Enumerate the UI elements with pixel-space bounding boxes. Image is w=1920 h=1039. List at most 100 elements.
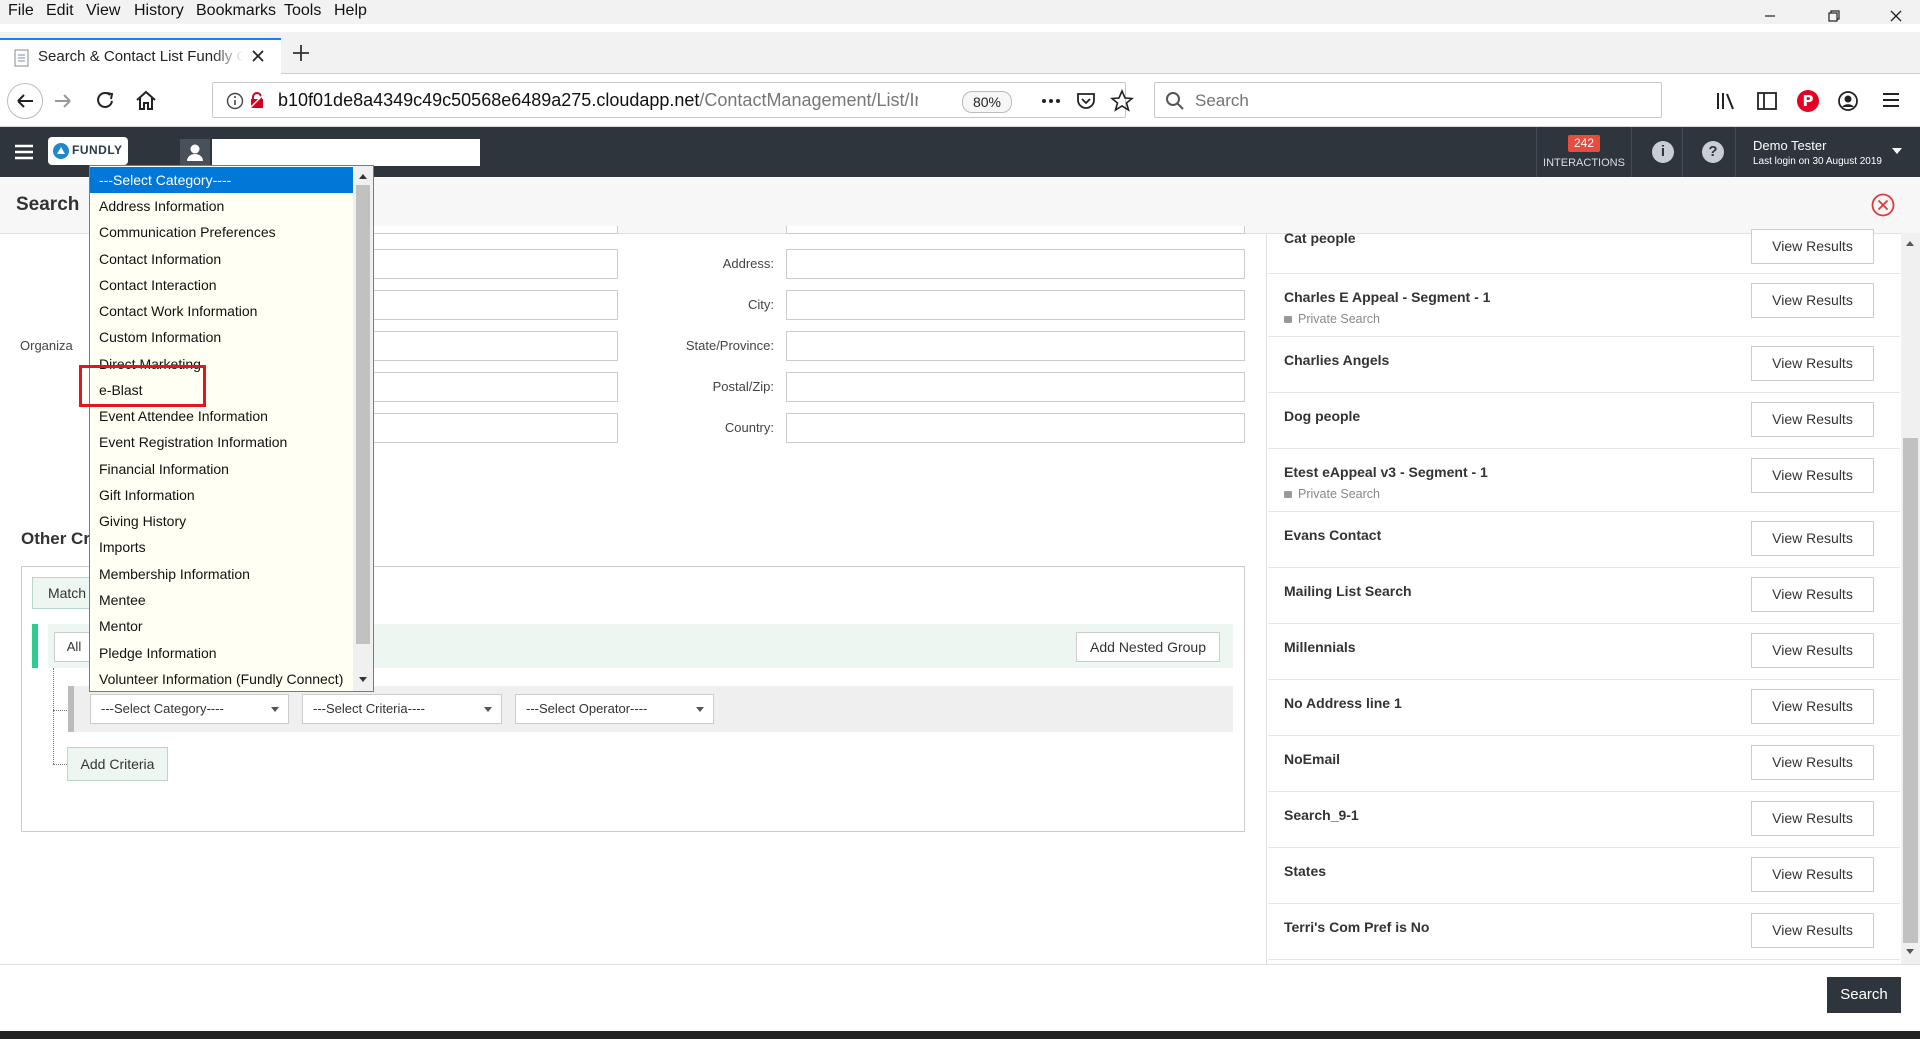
dropdown-option[interactable]: Membership Information bbox=[90, 561, 354, 587]
dropdown-scrollbar[interactable] bbox=[353, 166, 373, 691]
left-field-2[interactable] bbox=[372, 290, 618, 320]
user-menu-chevron-icon[interactable] bbox=[1892, 148, 1902, 154]
saved-search-name[interactable]: States bbox=[1284, 863, 1326, 879]
view-results-button[interactable]: View Results bbox=[1751, 913, 1874, 948]
dropdown-option[interactable]: ---Select Category---- bbox=[90, 167, 354, 193]
search-button[interactable]: Search bbox=[1827, 977, 1901, 1013]
close-panel-icon[interactable] bbox=[1871, 193, 1895, 217]
select-operator-dropdown[interactable]: ---Select Operator---- bbox=[515, 694, 714, 724]
contact-search-input[interactable] bbox=[212, 139, 480, 166]
dropdown-option[interactable]: Contact Interaction bbox=[90, 272, 354, 298]
scrollbar-thumb[interactable] bbox=[1903, 438, 1918, 943]
view-results-button[interactable]: View Results bbox=[1751, 633, 1874, 668]
dropdown-option[interactable]: Communication Preferences bbox=[90, 219, 354, 245]
dropdown-option[interactable]: Mentee bbox=[90, 587, 354, 613]
saved-search-name[interactable]: Evans Contact bbox=[1284, 527, 1381, 543]
restore-icon[interactable] bbox=[1811, 0, 1857, 32]
add-criteria-button[interactable]: Add Criteria bbox=[67, 747, 168, 781]
help-icon[interactable]: ? bbox=[1702, 141, 1724, 163]
menu-file[interactable]: File bbox=[8, 2, 34, 20]
scroll-down-icon[interactable] bbox=[359, 677, 367, 682]
view-results-button[interactable]: View Results bbox=[1751, 229, 1874, 264]
category-dropdown-list[interactable]: ---Select Category---- Address Informati… bbox=[89, 165, 374, 692]
saved-search-name[interactable]: Cat people bbox=[1284, 230, 1356, 246]
scroll-down-icon[interactable] bbox=[1906, 949, 1914, 954]
dropdown-option[interactable]: Event Registration Information bbox=[90, 429, 354, 455]
menu-edit[interactable]: Edit bbox=[46, 2, 74, 20]
fundly-logo[interactable]: FUNDLY bbox=[48, 137, 128, 165]
view-results-button[interactable]: View Results bbox=[1751, 801, 1874, 836]
dropdown-option[interactable]: Financial Information bbox=[90, 456, 354, 482]
dropdown-option[interactable]: Address Information bbox=[90, 193, 354, 219]
saved-search-name[interactable]: Dog people bbox=[1284, 408, 1360, 424]
saved-search-name[interactable]: No Address line 1 bbox=[1284, 695, 1402, 711]
pocket-icon[interactable] bbox=[1075, 90, 1097, 112]
url-text[interactable]: b10f01de8a4349c49c50568e6489a275.cloudap… bbox=[278, 90, 918, 111]
dropdown-option[interactable]: Imports bbox=[90, 534, 354, 560]
saved-search-name[interactable]: Etest eAppeal v3 - Segment - 1 bbox=[1284, 464, 1488, 480]
home-icon[interactable] bbox=[134, 89, 158, 111]
select-category-dropdown[interactable]: ---Select Category---- bbox=[90, 694, 289, 724]
saved-search-name[interactable]: Search_9-1 bbox=[1284, 807, 1359, 823]
back-icon[interactable] bbox=[7, 83, 43, 119]
forward-icon[interactable] bbox=[52, 91, 74, 111]
menu-tools[interactable]: Tools bbox=[284, 2, 321, 20]
bookmark-star-icon[interactable] bbox=[1110, 89, 1134, 113]
saved-search-name[interactable]: Millennials bbox=[1284, 639, 1356, 655]
saved-search-name[interactable]: Mailing List Search bbox=[1284, 583, 1412, 599]
city-field[interactable] bbox=[786, 290, 1245, 320]
view-results-button[interactable]: View Results bbox=[1751, 857, 1874, 892]
dropdown-option[interactable]: Contact Information bbox=[90, 246, 354, 272]
organization-field[interactable] bbox=[372, 331, 618, 361]
info-icon[interactable] bbox=[226, 92, 244, 110]
saved-search-name[interactable]: Charlies Angels bbox=[1284, 352, 1389, 368]
left-field-4[interactable] bbox=[372, 372, 618, 402]
view-results-button[interactable]: View Results bbox=[1751, 521, 1874, 556]
saved-search-name[interactable]: Terri's Com Pref is No bbox=[1284, 919, 1429, 935]
close-window-icon[interactable] bbox=[1873, 0, 1919, 32]
dropdown-option[interactable]: Mentor bbox=[90, 613, 354, 639]
left-field-1[interactable] bbox=[372, 249, 618, 279]
dropdown-option[interactable]: Giving History bbox=[90, 508, 354, 534]
view-results-button[interactable]: View Results bbox=[1751, 458, 1874, 493]
menu-history[interactable]: History bbox=[134, 2, 184, 20]
insecure-lock-icon[interactable] bbox=[248, 92, 266, 110]
dropdown-option[interactable]: Contact Work Information bbox=[90, 298, 354, 324]
view-results-button[interactable]: View Results bbox=[1751, 283, 1874, 318]
saved-search-name[interactable]: NoEmail bbox=[1284, 751, 1340, 767]
all-any-button[interactable]: All bbox=[54, 632, 94, 662]
reload-icon[interactable] bbox=[95, 90, 117, 112]
view-results-button[interactable]: View Results bbox=[1751, 689, 1874, 724]
view-results-button[interactable]: View Results bbox=[1751, 745, 1874, 780]
left-field-5[interactable] bbox=[372, 413, 618, 443]
minimize-icon[interactable] bbox=[1747, 0, 1793, 32]
menu-bookmarks[interactable]: Bookmarks bbox=[196, 2, 276, 20]
tab-active[interactable]: Search & Contact List Fundly CRM bbox=[0, 38, 281, 74]
sidebar-icon[interactable] bbox=[1756, 90, 1778, 112]
pinterest-icon[interactable]: P bbox=[1796, 89, 1820, 113]
more-actions-icon[interactable] bbox=[1040, 91, 1062, 111]
scrollbar-thumb[interactable] bbox=[356, 185, 370, 644]
library-icon[interactable] bbox=[1715, 90, 1737, 112]
view-results-button[interactable]: View Results bbox=[1751, 577, 1874, 612]
dropdown-option[interactable]: Gift Information bbox=[90, 482, 354, 508]
menu-view[interactable]: View bbox=[86, 2, 120, 20]
info-icon[interactable]: i bbox=[1652, 141, 1674, 163]
state-field[interactable] bbox=[786, 331, 1245, 361]
zoom-level[interactable]: 80% bbox=[962, 91, 1012, 113]
new-tab-icon[interactable] bbox=[292, 44, 310, 62]
contact-search-user-icon[interactable] bbox=[180, 139, 210, 166]
dropdown-option[interactable]: Custom Information bbox=[90, 324, 354, 350]
dropdown-option[interactable]: Volunteer Information (Fundly Connect) bbox=[90, 666, 354, 691]
menu-help[interactable]: Help bbox=[334, 2, 367, 20]
browser-search-box[interactable]: Search bbox=[1154, 82, 1662, 118]
app-menu-icon[interactable] bbox=[14, 143, 34, 161]
scrollbar[interactable] bbox=[1901, 233, 1920, 964]
dropdown-option[interactable]: Pledge Information bbox=[90, 640, 354, 666]
user-name[interactable]: Demo Tester bbox=[1753, 138, 1826, 153]
country-field[interactable] bbox=[786, 413, 1245, 443]
address-field[interactable] bbox=[786, 249, 1245, 279]
scroll-up-icon[interactable] bbox=[359, 174, 367, 179]
scroll-up-icon[interactable] bbox=[1906, 241, 1914, 246]
saved-search-name[interactable]: Charles E Appeal - Segment - 1 bbox=[1284, 289, 1490, 305]
